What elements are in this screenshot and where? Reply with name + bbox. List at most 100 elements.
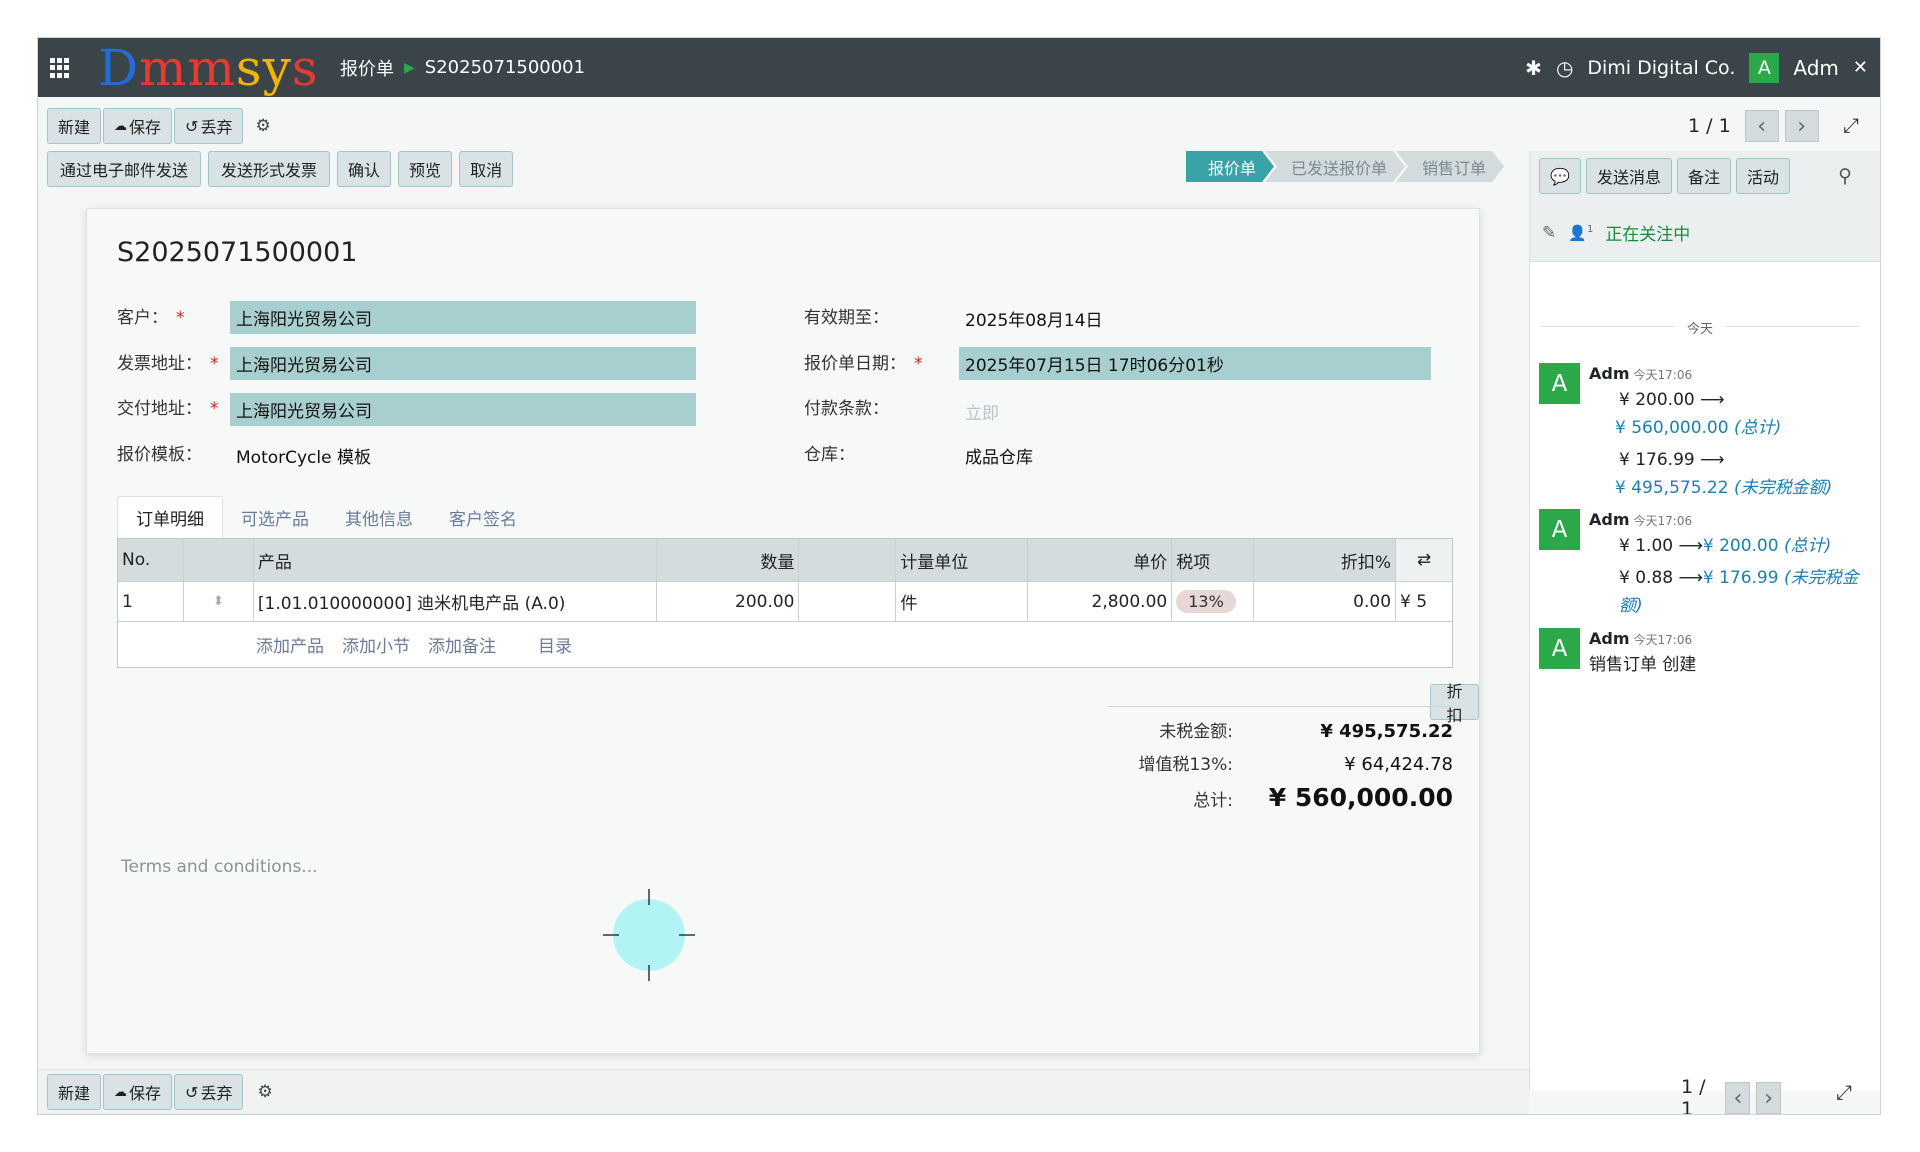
validity-field[interactable]: 2025年08月14日 <box>965 306 1103 331</box>
tab-other-info[interactable]: 其他信息 <box>327 496 431 538</box>
author-avatar[interactable]: A <box>1539 363 1580 404</box>
preview-button[interactable]: 预览 <box>398 151 453 187</box>
tab-order-lines[interactable]: 订单明细 <box>117 496 223 538</box>
pager-next-icon[interactable]: › <box>1784 110 1819 142</box>
followers-bar: ✎ 👤1 正在关注中 <box>1542 220 1690 246</box>
cell-product[interactable]: [1.01.010000000] 迪米机电产品 (A.0) <box>254 582 657 621</box>
brand-logo[interactable]: Dmm sy s <box>98 38 319 97</box>
save-button[interactable]: ☁ 保存 <box>103 108 173 144</box>
old-value: ¥ 0.88 <box>1619 568 1674 588</box>
delivery-address-field[interactable]: 上海阳光贸易公司 <box>230 393 696 426</box>
customer-label-text: 客户： <box>117 308 168 328</box>
template-field[interactable]: MotorCycle 模板 <box>236 443 371 468</box>
add-product-link[interactable]: 添加产品 <box>256 632 324 657</box>
fullscreen-icon[interactable]: ✕ <box>1853 57 1868 78</box>
confirm-button[interactable]: 确认 <box>337 151 392 187</box>
customer-field[interactable]: 上海阳光贸易公司 <box>230 301 696 334</box>
message-header: Adm 今天17:06 <box>1589 628 1869 651</box>
control-panel-top: 新建 ☁ 保存 ↺ 丢弃 ⚙ <box>47 108 271 144</box>
breadcrumb: 报价单 ▶ S2025071500001 <box>340 38 585 97</box>
field-name: (未完税金额) <box>1733 478 1833 498</box>
col-tax[interactable]: 税项 <box>1172 539 1255 581</box>
arrow-right-icon: ⟶ <box>1678 536 1703 556</box>
author-avatar[interactable]: A <box>1539 509 1580 550</box>
gear-icon[interactable]: ⚙ <box>257 1082 272 1102</box>
company-switcher[interactable]: Dimi Digital Co. <box>1587 57 1735 79</box>
save-button[interactable]: ☁ 保存 <box>103 1074 173 1110</box>
new-button[interactable]: 新建 <box>47 1074 102 1110</box>
col-uom[interactable]: 计量单位 <box>896 539 1029 581</box>
search-icon[interactable]: ⚲ <box>1838 165 1852 187</box>
tab-optional-products[interactable]: 可选产品 <box>223 496 327 538</box>
old-value: ¥ 200.00 <box>1619 390 1695 410</box>
message-time: 今天17:06 <box>1633 633 1693 647</box>
tracking-line: ¥ 176.99 ⟶ <box>1589 446 1869 474</box>
cancel-button[interactable]: 取消 <box>459 151 514 187</box>
pager-previous-icon[interactable]: ‹ <box>1725 1082 1751 1114</box>
column-settings-icon[interactable]: ⇄ <box>1396 539 1452 581</box>
following-toggle[interactable]: 正在关注中 <box>1605 220 1690 245</box>
expand-icon[interactable]: ⤢ <box>1836 1080 1852 1104</box>
expand-icon[interactable]: ⤢ <box>1843 113 1859 137</box>
send-email-button[interactable]: 通过电子邮件发送 <box>47 151 202 187</box>
col-blank <box>799 539 897 581</box>
user-avatar[interactable]: A <box>1749 52 1780 83</box>
col-discount[interactable]: 折扣% <box>1254 539 1397 581</box>
stage-quotation[interactable]: 报价单 <box>1186 151 1274 182</box>
send-proforma-button[interactable]: 发送形式发票 <box>208 151 331 187</box>
table-header: No. 产品 数量 计量单位 单价 税项 折扣% ⇄ <box>118 539 1452 581</box>
activity-button[interactable]: 活动 <box>1736 158 1791 194</box>
paperclip-icon[interactable]: ✎ <box>1542 223 1556 243</box>
col-product[interactable]: 产品 <box>254 539 657 581</box>
arrow-right-icon: ⟶ <box>1700 450 1725 470</box>
catalog-link[interactable]: 目录 <box>538 632 572 657</box>
followers-button[interactable]: 👤1 <box>1568 224 1593 242</box>
invoice-address-field[interactable]: 上海阳光贸易公司 <box>230 347 696 380</box>
message-author[interactable]: Adm <box>1589 510 1630 529</box>
cell-tax[interactable]: 13% <box>1172 582 1255 621</box>
cell-discount[interactable]: 0.00 <box>1254 582 1397 621</box>
discard-button[interactable]: ↺ 丢弃 <box>174 108 244 144</box>
pager-value[interactable]: 1 / 1 <box>1681 1076 1711 1114</box>
total-row: 总计: ¥ 560,000.00 <box>1107 783 1453 821</box>
bug-icon[interactable]: ✱ <box>1525 56 1542 80</box>
col-unit-price[interactable]: 单价 <box>1028 539 1173 581</box>
apps-grid-icon[interactable] <box>50 58 70 78</box>
user-name[interactable]: Adm <box>1793 56 1839 80</box>
warehouse-field[interactable]: 成品仓库 <box>965 443 1033 468</box>
pager-previous-icon[interactable]: ‹ <box>1744 110 1779 142</box>
drag-handle-icon[interactable]: ⬍ <box>184 582 254 621</box>
cell-quantity[interactable]: 200.00 <box>657 582 800 621</box>
payment-terms-field[interactable]: 立即 <box>965 399 999 424</box>
gear-icon[interactable]: ⚙ <box>255 116 270 136</box>
pager-next-icon[interactable]: › <box>1756 1082 1782 1114</box>
new-button[interactable]: 新建 <box>47 108 102 144</box>
record-title: S2025071500001 <box>117 237 358 268</box>
message-body: Adm 今天17:06 ¥ 1.00 ⟶¥ 200.00 (总计) ¥ 0.88 … <box>1589 509 1869 620</box>
terms-input[interactable]: Terms and conditions... <box>121 857 318 877</box>
clock-icon[interactable]: ◷ <box>1556 56 1573 80</box>
new-value: ¥ 560,000.00 <box>1615 418 1729 438</box>
col-quantity[interactable]: 数量 <box>657 539 800 581</box>
discard-button[interactable]: ↺ 丢弃 <box>174 1074 244 1110</box>
add-section-link[interactable]: 添加小节 <box>342 632 410 657</box>
col-no[interactable]: No. <box>118 539 184 581</box>
tab-customer-signature[interactable]: 客户签名 <box>431 496 535 538</box>
author-avatar[interactable]: A <box>1539 628 1580 669</box>
chat-icon[interactable]: 💬 <box>1539 158 1581 194</box>
quote-date-field[interactable]: 2025年07月15日 17时06分01秒 <box>959 347 1431 380</box>
cell-uom[interactable]: 件 <box>896 582 1029 621</box>
message-author[interactable]: Adm <box>1589 629 1630 648</box>
stage-quotation-sent[interactable]: 已发送报价单 <box>1265 151 1405 182</box>
breadcrumb-parent[interactable]: 报价单 <box>340 55 394 81</box>
add-note-link[interactable]: 添加备注 <box>428 632 496 657</box>
cell-unit-price[interactable]: 2,800.00 <box>1028 582 1173 621</box>
message-author[interactable]: Adm <box>1589 364 1630 383</box>
log-note-button[interactable]: 备注 <box>1677 158 1732 194</box>
stage-sales-order[interactable]: 销售订单 <box>1396 151 1504 182</box>
tracking-line: ¥ 0.88 ⟶¥ 176.99 (未完税金额) <box>1589 564 1869 620</box>
table-row[interactable]: 1 ⬍ [1.01.010000000] 迪米机电产品 (A.0) 200.00… <box>118 581 1452 621</box>
chatter-panel: 💬 发送消息 备注 活动 ⚲ ✎ 👤1 正在关注中 今天 A Adm 今天17:0… <box>1529 151 1880 1091</box>
pager-value[interactable]: 1 / 1 <box>1688 115 1731 137</box>
send-message-button[interactable]: 发送消息 <box>1586 158 1673 194</box>
